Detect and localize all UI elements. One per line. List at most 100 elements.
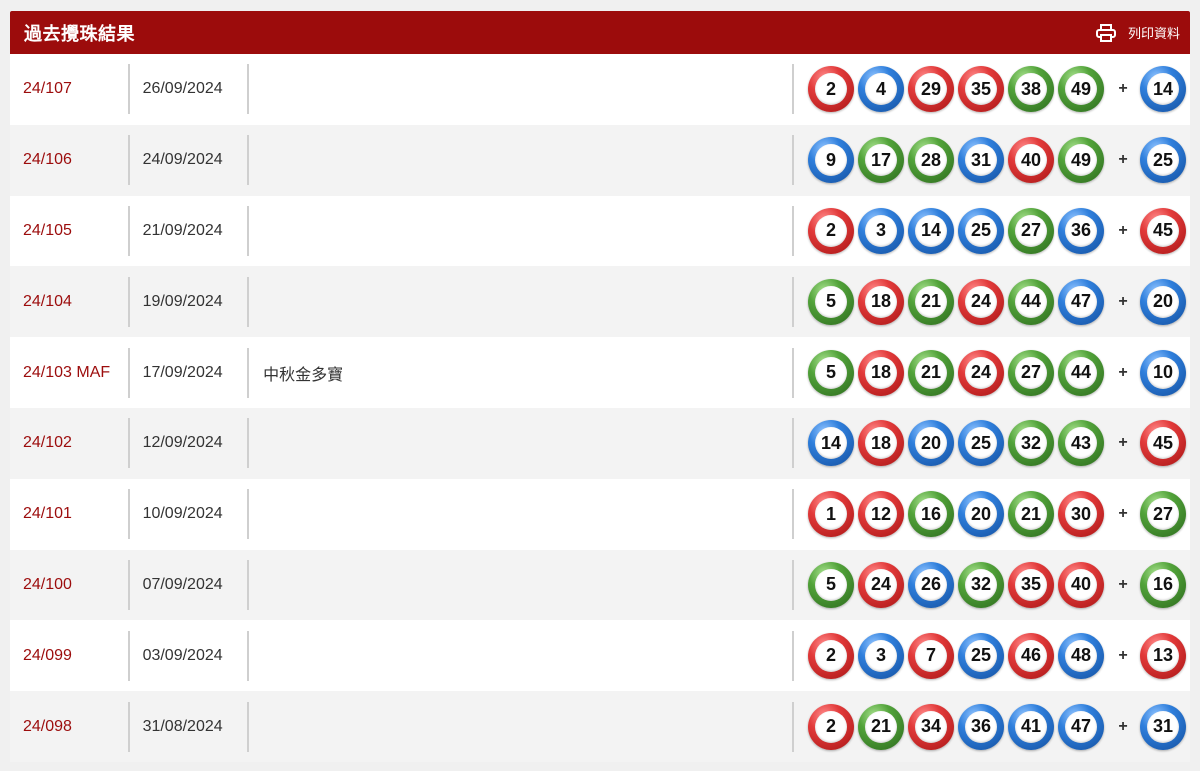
- draw-date: 12/09/2024: [142, 434, 223, 452]
- plus-sign: +: [1118, 717, 1128, 735]
- ball-number: 43: [1064, 427, 1097, 460]
- result-row: 24/102 12/09/2024 14 18 20 25 32 43 +45: [10, 407, 1190, 479]
- ball-number: 35: [1014, 568, 1047, 601]
- ball-red: 34: [907, 703, 954, 750]
- ball-green: 21: [907, 278, 954, 325]
- results-list: 24/107 26/09/2024 2 4 29 35 38 49 +14 24/106 24/09…: [10, 54, 1190, 762]
- ball-number: 36: [964, 710, 997, 743]
- plus-sign: +: [1118, 505, 1128, 523]
- ball-blue: 9: [807, 137, 854, 184]
- draw-number-link[interactable]: 24/106: [10, 135, 128, 185]
- print-label: 列印資料: [1127, 27, 1180, 42]
- page-title: 過去攪珠結果: [24, 23, 135, 45]
- ball-green: 17: [857, 137, 904, 184]
- ball-blue: 14: [807, 420, 854, 467]
- extra-ball-blue: 31: [1139, 703, 1186, 750]
- draw-number-link[interactable]: 24/098: [10, 702, 128, 752]
- column-divider: [247, 489, 250, 540]
- ball-blue: 20: [907, 420, 954, 467]
- draw-number-link[interactable]: 24/105: [10, 206, 128, 256]
- ball-number: 2: [814, 710, 847, 743]
- ball-blue: 25: [957, 420, 1004, 467]
- ball-number: 25: [964, 214, 997, 247]
- ball-red: 2: [807, 207, 854, 254]
- drawn-balls: 5 18 21 24 44 47 +20: [794, 277, 1190, 327]
- ball-green: 43: [1057, 420, 1104, 467]
- draw-date: 24/09/2024: [142, 151, 223, 169]
- ball-red: 18: [857, 278, 904, 325]
- ball-green: 16: [907, 491, 954, 538]
- result-row: 24/104 19/09/2024 5 18 21 24 44 47 +20: [10, 266, 1190, 338]
- column-divider: [247, 205, 250, 256]
- ball-red: 18: [857, 349, 904, 396]
- draw-date: 10/09/2024: [142, 505, 223, 523]
- ball-number: 18: [864, 427, 897, 460]
- column-divider: [247, 630, 250, 681]
- draw-note: 中秋金多寶: [263, 364, 344, 384]
- ball-blue: 47: [1057, 278, 1104, 325]
- column-divider: [247, 276, 250, 327]
- ball-number: 21: [914, 285, 947, 318]
- ball-red: 30: [1057, 491, 1104, 538]
- extra-ball-green: 16: [1139, 561, 1186, 608]
- drawn-balls: 2 4 29 35 38 49 +14: [794, 64, 1190, 114]
- ball-number: 36: [1064, 214, 1097, 247]
- ball-number: 4: [864, 73, 897, 106]
- ball-blue: 25: [957, 207, 1004, 254]
- ball-green: 21: [1007, 491, 1054, 538]
- ball-red: 2: [807, 632, 854, 679]
- ball-green: 32: [1007, 420, 1054, 467]
- ball-number: 12: [864, 498, 897, 531]
- ball-blue: 20: [957, 491, 1004, 538]
- ball-red: 40: [1007, 137, 1054, 184]
- ball-number: 48: [1064, 639, 1097, 672]
- ball-blue: 14: [907, 207, 954, 254]
- print-button[interactable]: 列印資料: [1095, 23, 1180, 42]
- draw-number-link[interactable]: 24/102: [10, 418, 128, 468]
- ball-red: 35: [1007, 561, 1054, 608]
- drawn-balls: 5 18 21 24 27 44 +10: [794, 348, 1190, 398]
- column-divider: [247, 418, 250, 469]
- draw-number-link[interactable]: 24/099: [10, 631, 128, 681]
- ball-number: 5: [814, 356, 847, 389]
- draw-number-link[interactable]: 24/103 MAF: [10, 348, 128, 398]
- extra-ball-number: 31: [1146, 710, 1179, 743]
- draw-number-link[interactable]: 24/104: [10, 277, 128, 327]
- result-row: 24/103 MAF 17/09/2024 中秋金多寶 5 18 21 24 27 44 +10: [10, 337, 1190, 408]
- ball-blue: 3: [857, 207, 904, 254]
- draw-date: 31/08/2024: [142, 717, 223, 735]
- ball-blue: 25: [957, 632, 1004, 679]
- ball-green: 44: [1007, 278, 1054, 325]
- draw-date: 03/09/2024: [142, 646, 223, 664]
- extra-ball-number: 20: [1146, 285, 1179, 318]
- ball-number: 5: [814, 285, 847, 318]
- ball-number: 20: [914, 427, 947, 460]
- panel-header: 過去攪珠結果 列印資料: [10, 11, 1190, 54]
- ball-green: 5: [807, 349, 854, 396]
- ball-number: 2: [814, 214, 847, 247]
- draw-number-link[interactable]: 24/107: [10, 64, 128, 114]
- result-row: 24/100 07/09/2024 5 24 26 32 35 40 +16: [10, 549, 1190, 621]
- ball-number: 35: [964, 73, 997, 106]
- ball-green: 38: [1007, 66, 1054, 113]
- column-divider: [247, 64, 250, 115]
- ball-number: 46: [1014, 639, 1047, 672]
- ball-number: 24: [964, 356, 997, 389]
- draw-number-link[interactable]: 24/101: [10, 489, 128, 539]
- ball-number: 14: [914, 214, 947, 247]
- drawn-balls: 14 18 20 25 32 43 +45: [794, 418, 1190, 468]
- draw-date: 07/09/2024: [142, 575, 223, 593]
- ball-green: 21: [907, 349, 954, 396]
- drawn-balls: 2 21 34 36 41 47 +31: [794, 702, 1190, 752]
- ball-number: 21: [914, 356, 947, 389]
- ball-blue: 4: [857, 66, 904, 113]
- column-divider: [247, 559, 250, 610]
- ball-number: 14: [814, 427, 847, 460]
- ball-blue: 47: [1057, 703, 1104, 750]
- ball-number: 24: [864, 568, 897, 601]
- draw-number-link[interactable]: 24/100: [10, 560, 128, 610]
- plus-sign: +: [1118, 575, 1128, 593]
- ball-green: 49: [1057, 66, 1104, 113]
- ball-number: 28: [914, 144, 947, 177]
- plus-sign: +: [1118, 292, 1128, 310]
